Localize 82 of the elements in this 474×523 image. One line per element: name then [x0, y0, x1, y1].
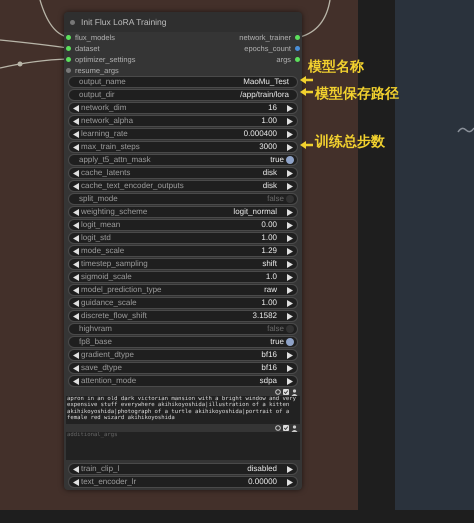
widget-value: 1.0	[266, 273, 277, 281]
widget-value: 0.000400	[244, 130, 277, 138]
widget-value: 0.00	[261, 221, 277, 229]
number-widget[interactable]: sigmoid_scale 1.0	[68, 271, 298, 283]
widget-value: false	[267, 325, 284, 333]
toggle-widget[interactable]: highvram false	[68, 323, 298, 335]
number-widget[interactable]: network_dim 16	[68, 102, 298, 114]
annotation-label: 模型保存路径	[315, 86, 399, 100]
number-widget[interactable]: cache_latents disk	[68, 167, 298, 179]
number-widget[interactable]: gradient_dtype bf16	[68, 349, 298, 361]
widget-value: true	[270, 338, 284, 346]
widget-value: true	[270, 156, 284, 164]
widget-value: 16	[268, 104, 277, 112]
number-widget[interactable]: attention_mode sdpa	[68, 375, 298, 387]
widget-label: mode_scale	[81, 247, 124, 255]
widget-value: sdpa	[260, 377, 277, 385]
number-widget[interactable]: train_clip_l disabled	[68, 463, 298, 475]
toggle-widget[interactable]: fp8_base true	[68, 336, 298, 348]
widget-label: save_dtype	[81, 364, 122, 372]
widget-value: 1.29	[261, 247, 277, 255]
widget-label: discrete_flow_shift	[81, 312, 147, 320]
widget-value: logit_normal	[233, 208, 277, 216]
widget-value: bf16	[261, 364, 277, 372]
widget-label: logit_std	[81, 234, 111, 242]
annotation-label: 训练总步数	[315, 134, 385, 148]
widget-label: cache_text_encoder_outputs	[81, 182, 184, 190]
widget-label: network_dim	[81, 104, 126, 112]
number-widget[interactable]: mode_scale 1.29	[68, 245, 298, 257]
widget-value: MaoMu_Test	[243, 78, 289, 86]
widget-value: 0.00000	[248, 478, 277, 486]
widget-value: disk	[262, 182, 277, 190]
number-widget[interactable]: model_prediction_type raw	[68, 284, 298, 296]
widget-label: sigmoid_scale	[81, 273, 132, 281]
widget-label: timestep_sampling	[81, 260, 148, 268]
number-widget[interactable]: guidance_scale 1.00	[68, 297, 298, 309]
widget-value: disk	[262, 169, 277, 177]
number-widget[interactable]: timestep_sampling shift	[68, 258, 298, 270]
widget-value: 1.00	[261, 299, 277, 307]
widget-value: 3.1582	[252, 312, 277, 320]
number-widget[interactable]: text_encoder_lr 0.00000	[68, 476, 298, 488]
number-widget[interactable]: save_dtype bf16	[68, 362, 298, 374]
number-widget[interactable]: discrete_flow_shift 3.1582	[68, 310, 298, 322]
node-title: Init Flux LoRA Training	[81, 16, 167, 28]
number-widget[interactable]: learning_rate 0.000400	[68, 128, 298, 140]
number-widget[interactable]: max_train_steps 3000	[68, 141, 298, 153]
toggle-widget[interactable]: apply_t5_attn_mask true	[68, 154, 298, 166]
widget-value: bf16	[261, 351, 277, 359]
number-widget[interactable]: network_alpha 1.00	[68, 115, 298, 127]
number-widget[interactable]: weighting_scheme logit_normal	[68, 206, 298, 218]
widget-label: network_alpha	[81, 117, 134, 125]
widget-label: weighting_scheme	[81, 208, 148, 216]
widget-value: 1.00	[261, 117, 277, 125]
widget-label: learning_rate	[81, 130, 128, 138]
widget-value: shift	[262, 260, 277, 268]
number-widget[interactable]: logit_std 1.00	[68, 232, 298, 244]
widget-label: logit_mean	[81, 221, 120, 229]
widget-value: raw	[264, 286, 277, 294]
text-widget[interactable]: output_dir /app/train/lora	[68, 89, 298, 101]
widget-label: gradient_dtype	[81, 351, 134, 359]
number-widget[interactable]: cache_text_encoder_outputs disk	[68, 180, 298, 192]
widget-label: max_train_steps	[81, 143, 140, 151]
widget-label: highvram	[79, 325, 112, 333]
widget-label: output_name	[79, 78, 126, 86]
widget-label: cache_latents	[81, 169, 130, 177]
widget-label: text_encoder_lr	[81, 478, 136, 486]
widget-value: 1.00	[261, 234, 277, 242]
annotation-label: 模型名称	[308, 59, 364, 73]
widget-value: 3000	[259, 143, 277, 151]
widget-label: attention_mode	[81, 377, 136, 385]
widget-label: split_mode	[79, 195, 118, 203]
widget-value: /app/train/lora	[240, 91, 289, 99]
toggle-widget[interactable]: split_mode false	[68, 193, 298, 205]
widget-label: train_clip_l	[81, 465, 120, 473]
widget-label: guidance_scale	[81, 299, 137, 307]
widget-label: model_prediction_type	[81, 286, 162, 294]
widget-value: false	[267, 195, 284, 203]
widget-label: apply_t5_attn_mask	[79, 156, 151, 164]
widget-value: disabled	[247, 465, 277, 473]
text-widget[interactable]: output_name MaoMu_Test	[68, 76, 298, 88]
widget-label: fp8_base	[79, 338, 112, 346]
widget-label: output_dir	[79, 91, 115, 99]
number-widget[interactable]: logit_mean 0.00	[68, 219, 298, 231]
